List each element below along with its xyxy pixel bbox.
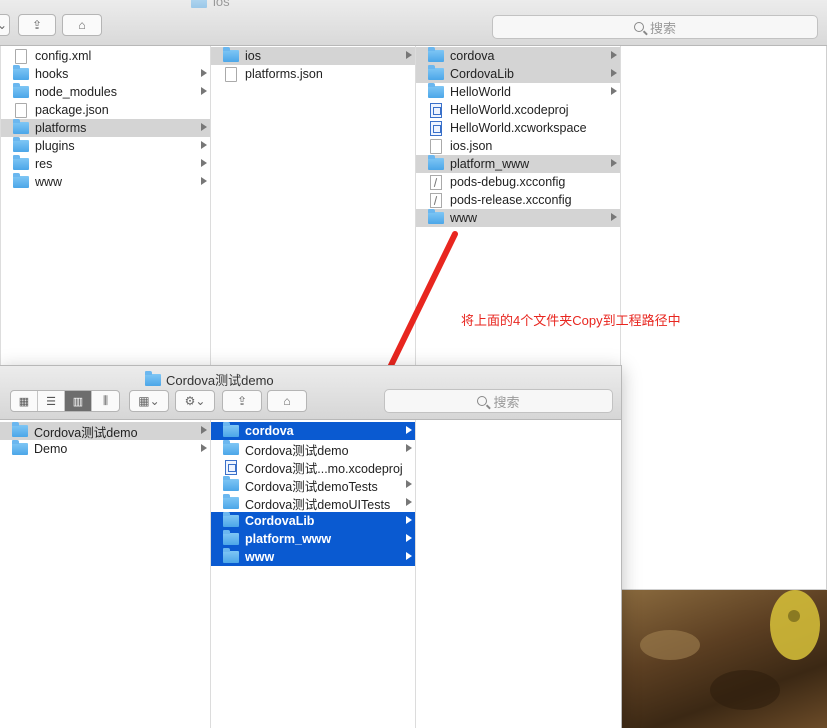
folder-icon <box>223 440 239 455</box>
item-label: Cordova测试...mo.xcodeproj <box>245 461 403 476</box>
column-front-2: cordova Cordova测试demo Cordova测试...mo.xcode… <box>211 420 416 728</box>
disclosure-arrow-icon <box>406 516 412 524</box>
folder-icon <box>223 530 239 545</box>
folder-icon <box>223 494 239 509</box>
folder-icon <box>145 370 161 386</box>
disclosure-arrow-icon <box>406 552 412 560</box>
item-label: Cordova测试demo <box>245 443 349 458</box>
item-label: platform_www <box>245 532 332 546</box>
folder-icon <box>223 512 239 527</box>
finder-window-front: Cordova测试demo ▦ ☰ ▥ ⫼ ▦⌄ ⚙⌄ ⇪ ⌂ 搜索 Cordo… <box>0 365 622 728</box>
item-label: cordova <box>245 424 294 438</box>
list-item[interactable]: Cordova测试demo <box>0 422 210 440</box>
share-icon: ⇪ <box>236 394 248 408</box>
column-view-icon[interactable]: ▥ <box>65 391 92 411</box>
arrange-icon: ▦⌄ <box>138 394 160 408</box>
disclosure-arrow-icon <box>406 426 412 434</box>
item-label: Cordova测试demo <box>34 425 138 440</box>
icon-view-icon[interactable]: ▦ <box>11 391 38 411</box>
disclosure-arrow-icon <box>406 534 412 542</box>
disclosure-arrow-icon <box>406 480 412 488</box>
window-title-front: Cordova测试demo <box>145 370 274 389</box>
item-label: Demo <box>34 442 68 456</box>
action-button[interactable]: ⚙⌄ <box>175 390 215 412</box>
column-front-3 <box>416 420 621 728</box>
arrange-button[interactable]: ▦⌄ <box>129 390 169 412</box>
search-placeholder: 搜索 <box>493 394 520 410</box>
item-label: Cordova测试demoTests <box>245 479 378 494</box>
cover-flow-icon[interactable]: ⫼ <box>92 391 119 411</box>
gear-icon: ⚙⌄ <box>184 394 206 408</box>
list-item[interactable]: Cordova测试...mo.xcodeproj <box>211 458 415 476</box>
disclosure-arrow-icon <box>406 444 412 452</box>
tag-button[interactable]: ⌂ <box>267 390 307 412</box>
xcode-icon <box>225 459 237 475</box>
list-item[interactable]: cordova <box>211 422 415 440</box>
item-label: CordovaLib <box>245 514 315 528</box>
list-item[interactable]: Cordova测试demoTests <box>211 476 415 494</box>
folder-icon <box>223 548 239 563</box>
list-view-icon[interactable]: ☰ <box>38 391 65 411</box>
tag-icon: ⌂ <box>283 394 291 408</box>
list-item[interactable]: Cordova测试demo <box>211 440 415 458</box>
share-button[interactable]: ⇪ <box>222 390 262 412</box>
list-item[interactable]: CordovaLib <box>211 512 415 530</box>
toolbar-front: Cordova测试demo ▦ ☰ ▥ ⫼ ▦⌄ ⚙⌄ ⇪ ⌂ 搜索 <box>0 366 621 420</box>
column-front-1: Cordova测试demo Demo <box>0 420 211 728</box>
list-item[interactable]: Cordova测试demoUITests <box>211 494 415 512</box>
item-label: www <box>245 550 275 564</box>
search-field-front[interactable]: 搜索 <box>384 389 613 413</box>
folder-icon <box>223 422 239 437</box>
disclosure-arrow-icon <box>201 444 207 452</box>
view-mode-segmented-control[interactable]: ▦ ☰ ▥ ⫼ <box>10 390 120 412</box>
disclosure-arrow-icon <box>406 498 412 506</box>
list-item[interactable]: Demo <box>0 440 210 458</box>
list-item[interactable]: www <box>211 548 415 566</box>
disclosure-arrow-icon <box>201 426 207 434</box>
folder-icon <box>223 476 239 491</box>
item-label: Cordova测试demoUITests <box>245 497 391 512</box>
folder-icon <box>12 440 28 455</box>
list-item[interactable]: platform_www <box>211 530 415 548</box>
folder-icon <box>12 422 28 437</box>
search-icon <box>477 396 488 406</box>
window-title-text: Cordova测试demo <box>166 373 274 388</box>
